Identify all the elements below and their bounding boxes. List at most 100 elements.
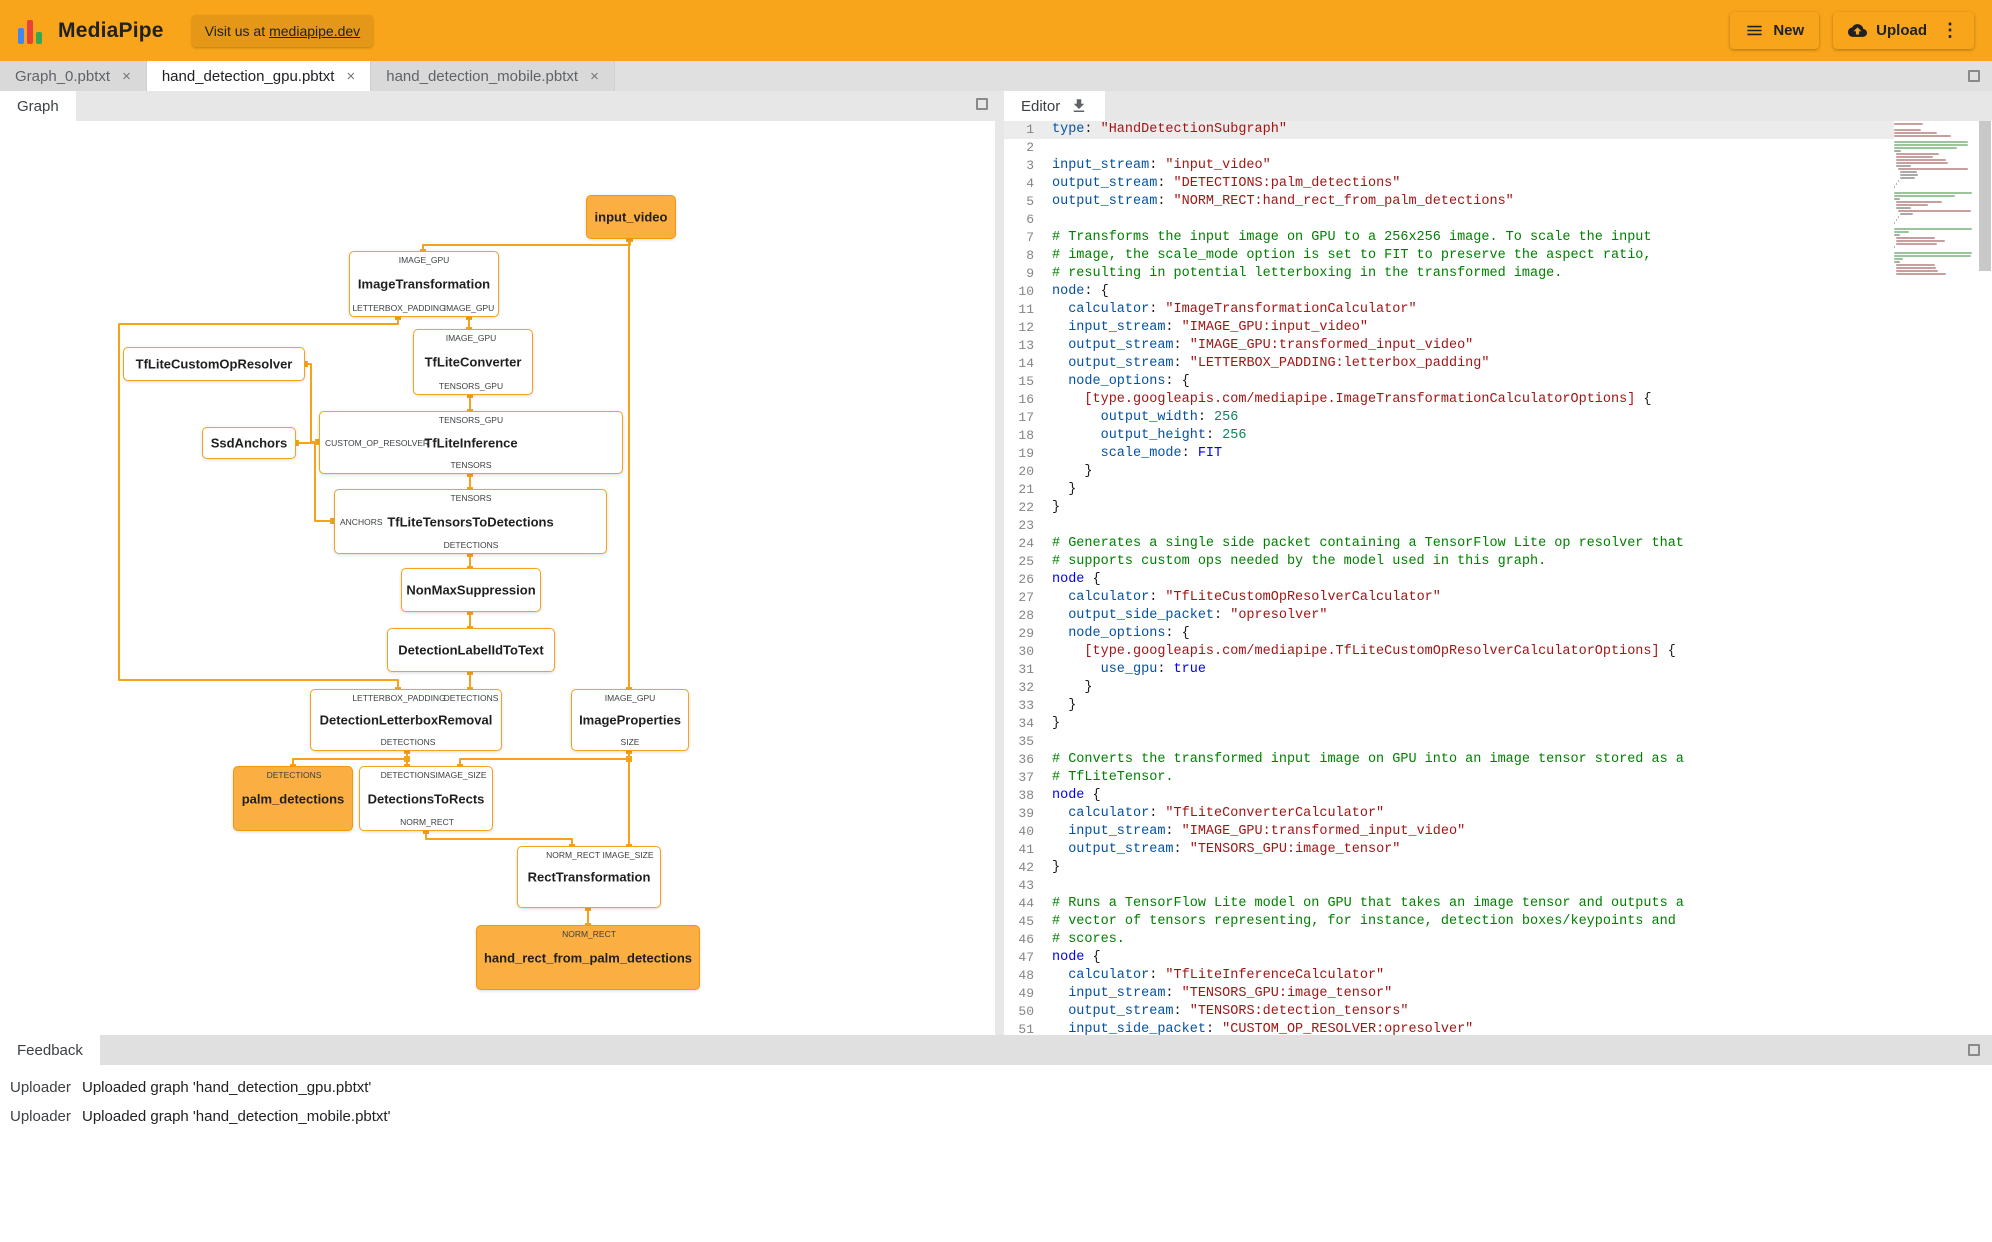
code-line[interactable]: 47 node { [1004,949,1894,967]
tab-feedback[interactable]: Feedback [0,1035,100,1065]
close-icon[interactable]: × [122,69,131,84]
code-line[interactable]: 40 input_stream: "IMAGE_GPU:transformed_… [1004,823,1894,841]
code-line[interactable]: 18 output_height: 256 [1004,427,1894,445]
code-line[interactable]: 36 # Converts the transformed input image… [1004,751,1894,769]
line-number: 10 [1018,284,1034,299]
code-line[interactable]: 50 output_stream: "TENSORS:detection_ten… [1004,1003,1894,1021]
code-line[interactable]: 17 output_width: 256 [1004,409,1894,427]
code-line[interactable]: 8 # image, the scale_mode option is set t… [1004,247,1894,265]
code-line[interactable]: 3 input_stream: "input_video" [1004,157,1894,175]
new-button[interactable]: New [1730,12,1820,49]
graph-node-DetectionLetterboxRemoval[interactable]: DetectionLetterboxRemoval LETTERBOX_PADDI… [310,689,502,751]
graph-node-TfLiteCustomOpResolver[interactable]: TfLiteCustomOpResolver [123,347,305,381]
code-line[interactable]: 15 node_options: { [1004,373,1894,391]
line-number: 42 [1018,860,1034,875]
graph-node-NonMaxSuppression[interactable]: NonMaxSuppression [401,568,541,612]
close-icon[interactable]: × [346,69,355,84]
tab-file-hand-detection-mobile[interactable]: hand_detection_mobile.pbtxt × [371,61,615,91]
code-line[interactable]: 46 # scores. [1004,931,1894,949]
feedback-expand-icon[interactable] [1968,1044,1980,1056]
graph-expand-icon[interactable] [976,98,988,110]
line-number: 34 [1018,716,1034,731]
code-line[interactable]: 4 output_stream: "DETECTIONS:palm_detecti… [1004,175,1894,193]
code-line[interactable]: 33 } [1004,697,1894,715]
code-line[interactable]: 39 calculator: "TfLiteConverterCalculato… [1004,805,1894,823]
code-line[interactable]: 12 input_stream: "IMAGE_GPU:input_video" [1004,319,1894,337]
code-editor[interactable]: 1 type: "HandDetectionSubgraph" 2 3 input_st… [1004,121,1992,1035]
more-options-icon[interactable]: ⋮ [1936,20,1959,41]
code-line[interactable]: 49 input_stream: "TENSORS_GPU:image_tens… [1004,985,1894,1003]
code-line[interactable]: 44 # Runs a TensorFlow Lite model on GPU … [1004,895,1894,913]
code-line[interactable]: 7 # Transforms the input image on GPU to … [1004,229,1894,247]
line-number: 11 [1018,302,1034,317]
code-line[interactable]: 23 [1004,517,1894,535]
code-line[interactable]: 31 use_gpu: true [1004,661,1894,679]
scrollbar-thumb[interactable] [1979,121,1991,271]
code-line[interactable]: 1 type: "HandDetectionSubgraph" [1004,121,1894,139]
code-line[interactable]: 27 calculator: "TfLiteCustomOpResolverCa… [1004,589,1894,607]
mediapipe-dev-link[interactable]: mediapipe.dev [269,23,360,39]
graph-node-TfLiteConverter[interactable]: TfLiteConverter IMAGE_GPU TENSORS_GPU [413,329,533,395]
tab-editor[interactable]: Editor [1004,91,1106,121]
graph-node-DetectionsToRects[interactable]: DetectionsToRects DETECTIONS IMAGE_SIZE NOR… [359,766,493,831]
graph-node-ImageProperties[interactable]: ImageProperties IMAGE_GPU SIZE [571,689,689,751]
port-label-norm_rect: NORM_RECT [562,929,616,939]
code-line[interactable]: 35 [1004,733,1894,751]
code-line[interactable]: 16 [type.googleapis.com/mediapipe.ImageT… [1004,391,1894,409]
code-line[interactable]: 13 output_stream: "IMAGE_GPU:transformed… [1004,337,1894,355]
tab-file-graph-0[interactable]: Graph_0.pbtxt × [0,61,147,91]
code-line[interactable]: 41 output_stream: "TENSORS_GPU:image_ten… [1004,841,1894,859]
graph-node-TfLiteInference[interactable]: TfLiteInference TENSORS_GPU TENSORS CUSTOM_… [319,411,623,474]
code-line[interactable]: 37 # TfLiteTensor. [1004,769,1894,787]
code-line[interactable]: 20 } [1004,463,1894,481]
graph-node-hand_rect_from_palm_detections[interactable]: hand_rect_from_palm_detections NORM_RECT [476,925,700,990]
editor-scrollbar[interactable] [1978,121,1992,1035]
code-line[interactable]: 22} [1004,499,1894,517]
minimap[interactable] [1894,123,1978,276]
visit-chip[interactable]: Visit us at mediapipe.dev [191,14,374,47]
code-line[interactable]: 30 [type.googleapis.com/mediapipe.TfLite… [1004,643,1894,661]
code-line[interactable]: 24 # Generates a single side packet conta… [1004,535,1894,553]
code-line[interactable]: 32 } [1004,679,1894,697]
download-icon[interactable] [1070,97,1088,115]
tab-file-hand-detection-gpu[interactable]: hand_detection_gpu.pbtxt × [146,61,372,91]
code-line[interactable]: 11 calculator: "ImageTransformationCalcu… [1004,301,1894,319]
graph-node-input_video[interactable]: input_video [586,195,676,239]
code-line[interactable]: 10 node: { [1004,283,1894,301]
code-line[interactable]: 34} [1004,715,1894,733]
code-text: input_stream: "input_video" [1052,158,1271,173]
code-line[interactable]: 26 node { [1004,571,1894,589]
editor-expand-icon[interactable] [1968,70,1980,82]
code-line[interactable]: 28 output_side_packet: "opresolver" [1004,607,1894,625]
code-line[interactable]: 38 node { [1004,787,1894,805]
code-line[interactable]: 43 [1004,877,1894,895]
code-line[interactable]: 9 # resulting in potential letterboxing i… [1004,265,1894,283]
code-line[interactable]: 48 calculator: "TfLiteInferenceCalculato… [1004,967,1894,985]
code-line[interactable]: 6 [1004,211,1894,229]
code-line[interactable]: 29 node_options: { [1004,625,1894,643]
upload-button[interactable]: Upload ⋮ [1833,12,1974,49]
graph-node-RectTransformation[interactable]: RectTransformation NORM_RECT IMAGE_SIZE [517,846,661,908]
graph-node-DetectionLabelIdToText[interactable]: DetectionLabelIdToText [387,628,555,672]
port-label-anchors: ANCHORS [340,517,383,527]
graph-node-SsdAnchors[interactable]: SsdAnchors [202,427,296,459]
code-text: input_side_packet: "CUSTOM_OP_RESOLVER:o… [1068,1022,1474,1035]
code-line[interactable]: 25 # supports custom ops needed by the mo… [1004,553,1894,571]
code-line[interactable]: 14 output_stream: "LETTERBOX_PADDING:let… [1004,355,1894,373]
graph-node-palm_detections[interactable]: palm_detections DETECTIONS [233,766,353,831]
line-number: 22 [1018,500,1034,515]
graph-node-ImageTransformation[interactable]: ImageTransformation IMAGE_GPU LETTERBOX_PA… [349,251,499,317]
port-label-tensors: TENSORS [450,460,492,470]
line-number: 44 [1018,896,1034,911]
code-line[interactable]: 42} [1004,859,1894,877]
graph-node-TfLiteTensorsToDetections[interactable]: TfLiteTensorsToDetections TENSORS DETECTIO… [334,489,607,554]
code-line[interactable]: 19 scale_mode: FIT [1004,445,1894,463]
code-line[interactable]: 45 # vector of tensors representing, for … [1004,913,1894,931]
code-line[interactable]: 21 } [1004,481,1894,499]
code-line[interactable]: 2 [1004,139,1894,157]
code-line[interactable]: 51 input_side_packet: "CUSTOM_OP_RESOLVE… [1004,1021,1894,1035]
close-icon[interactable]: × [590,69,599,84]
tab-graph-view[interactable]: Graph [0,91,76,121]
code-line[interactable]: 5 output_stream: "NORM_RECT:hand_rect_fro… [1004,193,1894,211]
graph-canvas[interactable]: input_video ImageTransformation IMAGE_GPU L… [0,121,995,1035]
